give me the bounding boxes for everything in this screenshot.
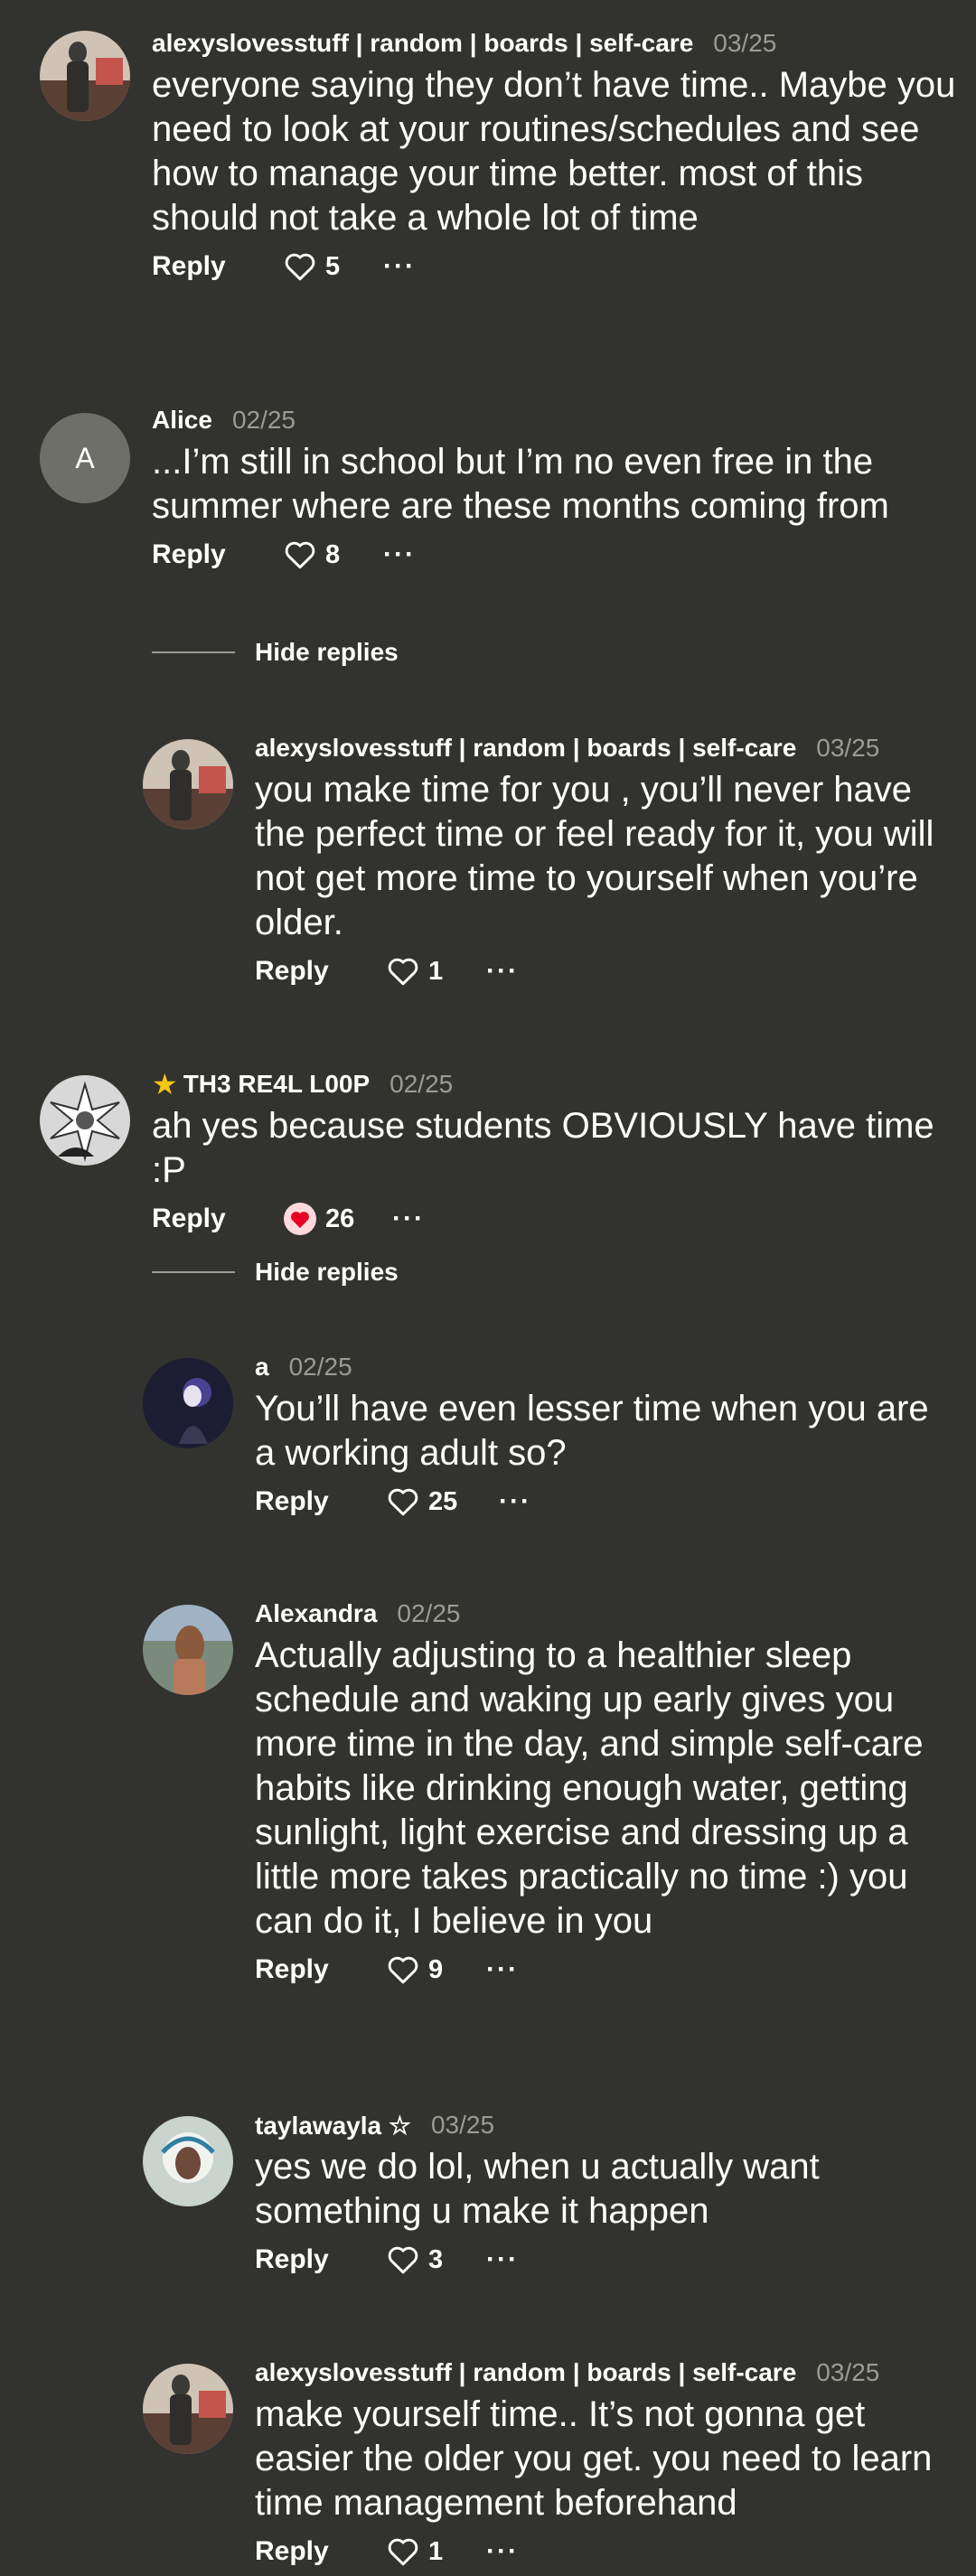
comment-date: 03/25 <box>816 2358 880 2386</box>
reply-button[interactable]: Reply <box>255 956 387 987</box>
avatar[interactable] <box>143 2116 233 2206</box>
heart-outline-icon <box>387 1955 419 1984</box>
comment-author[interactable]: Alice <box>152 406 212 435</box>
comment-text: You’ll have even lesser time when you ar… <box>255 1389 929 1473</box>
reply-button[interactable]: Reply <box>255 1486 387 1517</box>
like-count: 9 <box>428 1954 444 1984</box>
comment-date: 03/25 <box>816 734 880 762</box>
comment-text: everyone saying they don’t have time.. M… <box>152 65 956 238</box>
divider <box>152 1271 235 1273</box>
more-options-icon[interactable]: ··· <box>499 1486 531 1517</box>
like-button[interactable]: 26 <box>284 1203 392 1235</box>
comment-date: 02/25 <box>389 1070 454 1098</box>
reply-button[interactable]: Reply <box>152 251 284 282</box>
avatar[interactable] <box>143 2364 233 2454</box>
comment-author[interactable]: alexyslovesstuff | random | boards | sel… <box>152 29 693 58</box>
like-count: 3 <box>428 2244 444 2274</box>
comment-author[interactable]: Alexandra <box>255 1599 377 1628</box>
heart-outline-icon <box>284 540 316 569</box>
hide-replies-button[interactable]: Hide replies <box>152 1258 399 1287</box>
comment-author[interactable]: a <box>255 1353 269 1382</box>
heart-outline-icon <box>284 252 316 281</box>
hide-replies-label: Hide replies <box>255 638 399 666</box>
avatar[interactable] <box>40 1075 130 1166</box>
like-count: 1 <box>428 2536 444 2566</box>
hide-replies-button[interactable]: Hide replies <box>152 638 399 667</box>
like-count: 5 <box>325 251 341 281</box>
like-button[interactable]: 3 <box>387 2245 486 2275</box>
reply-button[interactable]: Reply <box>255 2244 387 2275</box>
like-button[interactable]: 25 <box>387 1487 499 1517</box>
like-button[interactable]: 8 <box>284 540 383 570</box>
star-icon: ★ <box>152 1068 178 1101</box>
reply-button[interactable]: Reply <box>152 539 284 570</box>
like-count: 25 <box>428 1486 458 1516</box>
comment-date: 03/25 <box>430 2111 495 2139</box>
more-options-icon[interactable]: ··· <box>383 539 416 570</box>
like-button[interactable]: 9 <box>387 1955 486 1985</box>
heart-outline-icon <box>387 2245 419 2274</box>
comment-text: ah yes because students OBVIOUSLY have t… <box>152 1106 934 1190</box>
comment-author[interactable]: alexyslovesstuff | random | boards | sel… <box>255 734 796 763</box>
comment-author[interactable]: taylawayla ☆ <box>255 2111 411 2140</box>
like-count: 8 <box>325 539 341 569</box>
comment-text: ...I’m still in school but I’m no even f… <box>152 442 889 526</box>
more-options-icon[interactable]: ··· <box>486 956 519 987</box>
avatar[interactable] <box>143 1605 233 1695</box>
comment-date: 03/25 <box>713 29 777 57</box>
comment-date: 02/25 <box>397 1599 461 1627</box>
comment-author[interactable]: alexyslovesstuff | random | boards | sel… <box>255 2358 796 2387</box>
reply-button[interactable]: Reply <box>152 1204 284 1234</box>
more-options-icon[interactable]: ··· <box>486 2244 519 2275</box>
heart-filled-icon <box>284 1203 316 1235</box>
avatar[interactable] <box>143 739 233 829</box>
divider <box>152 651 235 653</box>
comment-text: yes we do lol, when u actually want some… <box>255 2147 820 2231</box>
comment-text: Actually adjusting to a healthier sleep … <box>255 1635 924 1941</box>
heart-outline-icon <box>387 1487 419 1516</box>
heart-outline-icon <box>387 2537 419 2566</box>
like-button[interactable]: 1 <box>387 2537 486 2567</box>
like-button[interactable]: 5 <box>284 252 383 282</box>
comment-text: make yourself time.. It’s not gonna get … <box>255 2394 933 2523</box>
heart-outline-icon <box>387 957 419 986</box>
like-count: 1 <box>428 956 444 986</box>
reply-button[interactable]: Reply <box>255 2536 387 2567</box>
like-button[interactable]: 1 <box>387 957 486 987</box>
avatar[interactable]: A <box>40 413 130 503</box>
like-count: 26 <box>325 1204 355 1233</box>
more-options-icon[interactable]: ··· <box>486 1954 519 1985</box>
comment-text: you make time for you , you’ll never hav… <box>255 770 934 942</box>
more-options-icon[interactable]: ··· <box>392 1204 425 1234</box>
comment-date: 02/25 <box>231 406 296 434</box>
avatar[interactable] <box>40 31 130 121</box>
comment-author[interactable]: TH3 RE4L L00P <box>183 1070 370 1099</box>
avatar[interactable] <box>143 1358 233 1448</box>
reply-button[interactable]: Reply <box>255 1954 387 1985</box>
more-options-icon[interactable]: ··· <box>383 251 416 282</box>
more-options-icon[interactable]: ··· <box>486 2536 519 2567</box>
comment-date: 02/25 <box>288 1353 352 1381</box>
hide-replies-label: Hide replies <box>255 1258 399 1286</box>
